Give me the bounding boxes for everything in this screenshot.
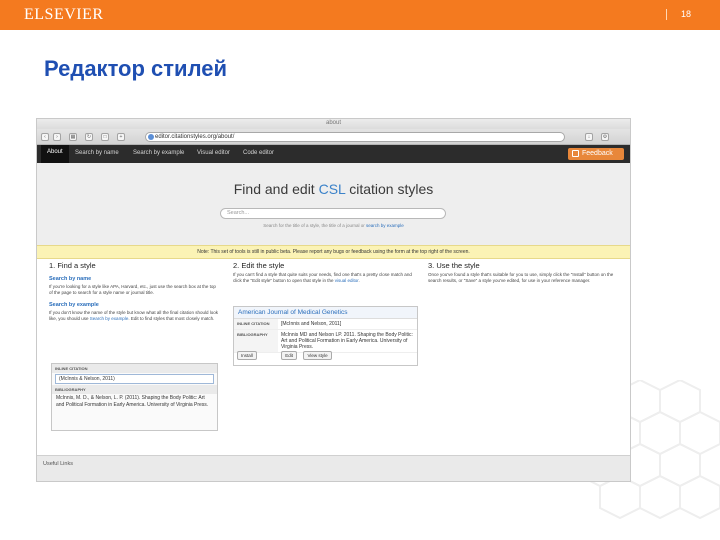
share-icon[interactable]: +: [117, 133, 125, 141]
style-result-title[interactable]: American Journal of Medical Genetics: [234, 307, 417, 319]
search-by-name-text: If you're looking for a style like APA, …: [49, 284, 216, 295]
url-text: editor.citationstyles.org/about/: [155, 134, 235, 140]
bibliography-label: BIBLIOGRAPHY: [52, 385, 217, 394]
bibliography-text[interactable]: McInnis, M. D., & Nelson, L. P. (2011). …: [52, 394, 217, 409]
style-row-value: [McInnis and Nelson, 2011]: [281, 321, 342, 327]
hero-section: Find and edit CSL citation styles Search…: [37, 163, 630, 245]
hero-title-part: citation styles: [345, 181, 434, 197]
search-hint-text: Search for the title of a style, the tit…: [263, 223, 365, 228]
hero-title: Find and edit CSL citation styles: [37, 181, 630, 197]
edit-style-heading: 2. Edit the style: [233, 261, 285, 270]
beta-notice: Note: This set of tools is still in publ…: [37, 245, 630, 259]
useful-links-label: Useful Links: [43, 461, 73, 467]
search-hint: Search for the title of a style, the tit…: [37, 223, 630, 228]
reload-icon[interactable]: ↻: [85, 133, 93, 141]
search-by-example-inline-link[interactable]: Search by example: [90, 316, 129, 321]
style-result-row: INLINE CITATION [McInnis and Nelson, 201…: [234, 319, 417, 330]
search-by-example-text: If you don't know the name of the style …: [49, 310, 219, 322]
example-citation-box: INLINE CITATION (McInnis & Nelson, 2011)…: [51, 363, 218, 431]
search-by-name-link[interactable]: Search by name: [49, 276, 219, 282]
hero-title-accent: CSL: [318, 181, 346, 197]
site-footer: Useful Links: [37, 455, 630, 481]
style-result-buttons: Install Edit View style: [237, 344, 352, 362]
find-style-column: 1. Find a style Search by name If you're…: [49, 261, 219, 322]
brand-logo: ELSEVIER: [24, 6, 104, 23]
page-separator: [666, 9, 667, 20]
slide-title: Редактор стилей: [44, 56, 228, 81]
globe-icon: [148, 134, 154, 140]
edit-text-b: .: [358, 278, 360, 283]
window-title: about: [325, 120, 341, 126]
nav-code-editor[interactable]: Code editor: [243, 150, 274, 156]
style-row-label: INLINE CITATION: [234, 319, 278, 329]
forward-icon[interactable]: ›: [53, 133, 61, 141]
inline-citation-input[interactable]: (McInnis & Nelson, 2011): [55, 374, 214, 384]
feedback-icon: [572, 150, 579, 157]
search-input[interactable]: Search...: [220, 208, 446, 219]
window-titlebar: about: [37, 119, 630, 129]
back-icon[interactable]: ‹: [41, 133, 49, 141]
nav-search-by-name[interactable]: Search by name: [75, 150, 119, 156]
address-bar[interactable]: editor.citationstyles.org/about/: [145, 132, 565, 142]
edit-style-text: If you can't find a style that quite sui…: [233, 272, 418, 284]
use-style-text: Once you've found a style that's suitabl…: [428, 272, 614, 283]
nav-search-by-example[interactable]: Search by example: [133, 150, 184, 156]
site-navbar: About Search by name Search by example V…: [37, 145, 630, 163]
edit-text-a: If you can't find a style that quite sui…: [233, 272, 412, 283]
download-icon[interactable]: ↓: [585, 133, 593, 141]
feedback-button[interactable]: Feedback: [568, 148, 624, 160]
tabs-icon[interactable]: ▦: [69, 133, 77, 141]
edit-style-column: 2. Edit the style If you can't find a st…: [233, 261, 418, 284]
settings-icon[interactable]: ⚙: [601, 133, 609, 141]
slide-header-bar: ELSEVIER 18: [0, 0, 720, 30]
search-by-example-link[interactable]: search by example: [366, 223, 404, 228]
page-number: 18: [681, 9, 692, 19]
hero-title-part: Find and edit: [233, 181, 319, 197]
feedback-label: Feedback: [582, 150, 613, 157]
inline-citation-label: INLINE CITATION: [52, 364, 217, 373]
install-button[interactable]: Install: [237, 351, 257, 360]
nav-about[interactable]: About: [41, 145, 69, 163]
visual-editor-link[interactable]: visual editor: [335, 278, 359, 283]
find-style-heading: 1. Find a style: [49, 261, 96, 270]
use-style-column: 3. Use the style Once you've found a sty…: [428, 261, 623, 284]
browser-window: about ‹ › ▦ ↻ □ + editor.citationstyles.…: [36, 118, 631, 482]
style-result-box: American Journal of Medical Genetics INL…: [233, 306, 418, 366]
use-style-heading: 3. Use the style: [428, 261, 480, 270]
edit-button[interactable]: Edit: [281, 351, 297, 360]
browser-toolbar: ‹ › ▦ ↻ □ + editor.citationstyles.org/ab…: [37, 129, 630, 145]
view-style-button[interactable]: View style: [303, 351, 332, 360]
example-text-b: . Edit to find styles that most closely …: [128, 316, 215, 321]
bookmark-icon[interactable]: □: [101, 133, 109, 141]
nav-visual-editor[interactable]: Visual editor: [197, 150, 230, 156]
search-by-example-heading-link[interactable]: Search by example: [49, 302, 219, 308]
